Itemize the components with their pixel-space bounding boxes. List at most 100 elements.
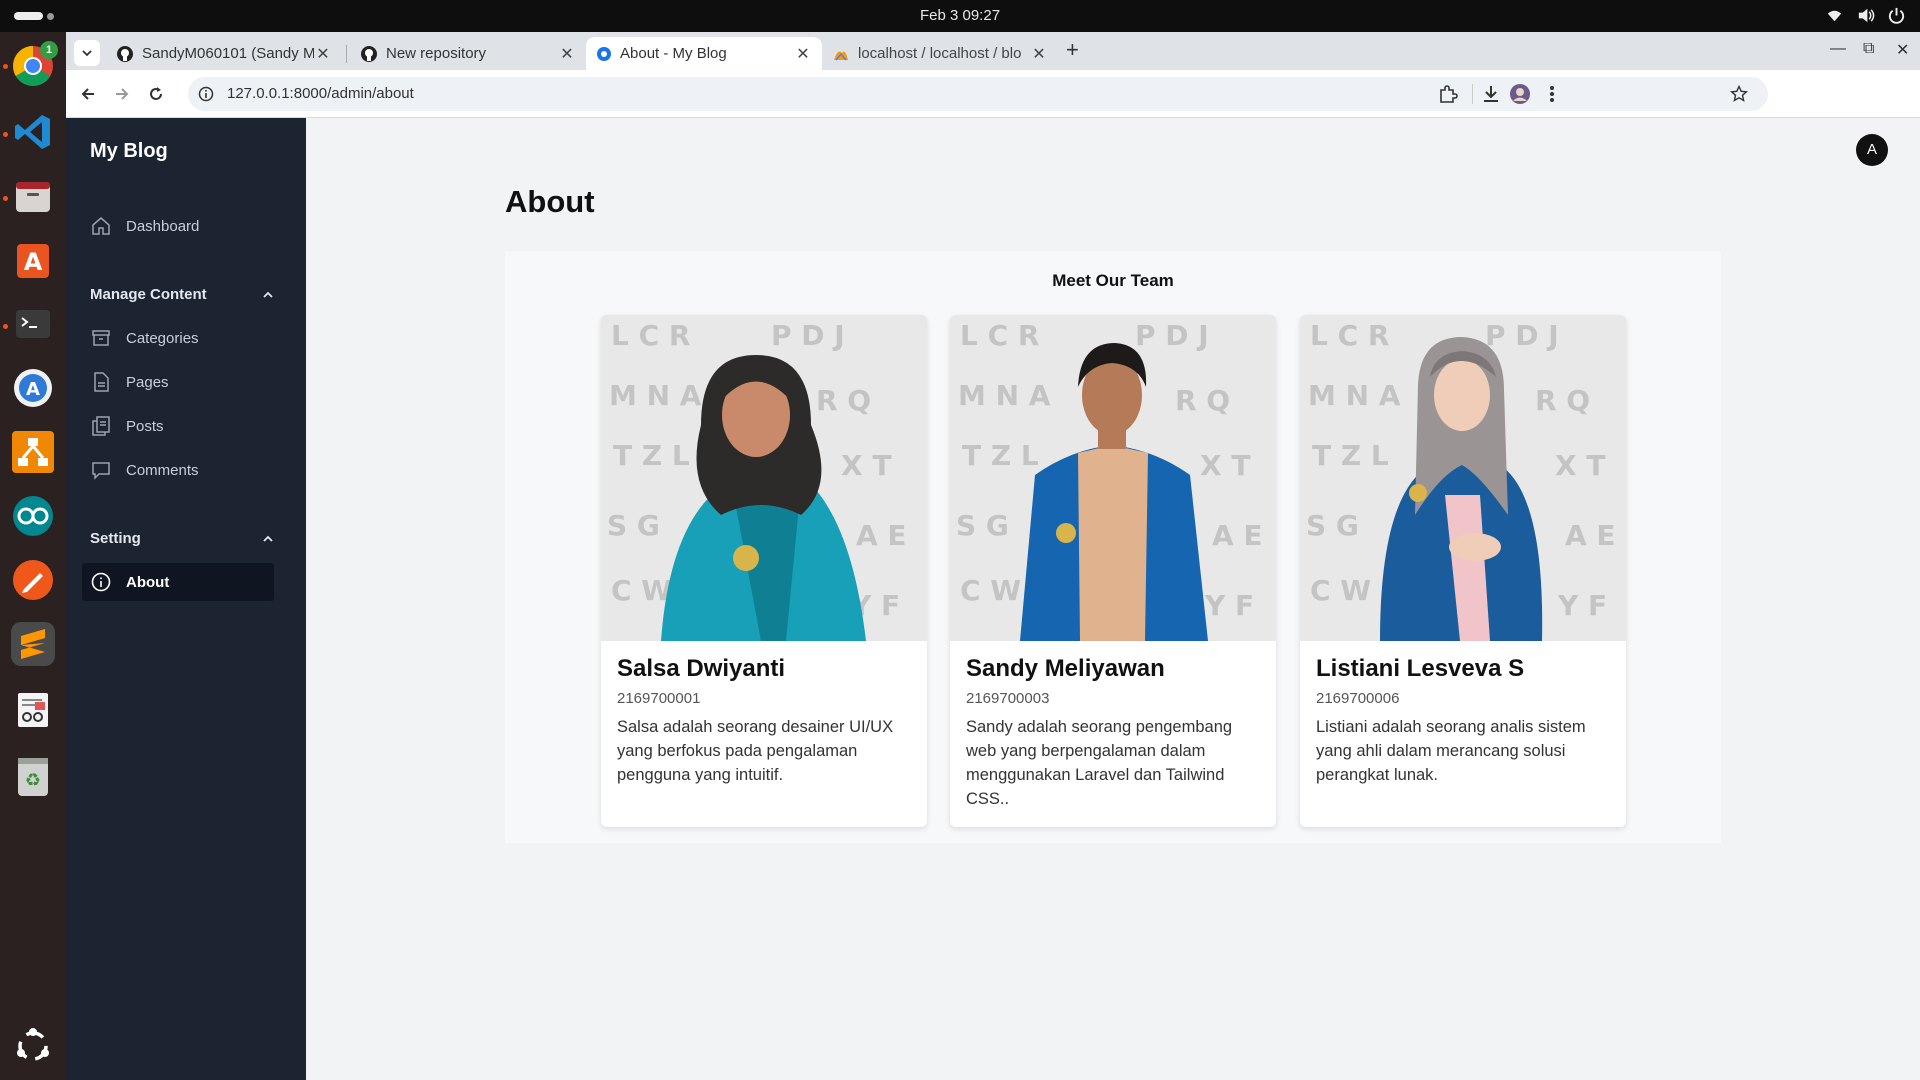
team-member-name: Salsa Dwiyanti: [617, 655, 786, 682]
new-tab-button[interactable]: +: [1066, 37, 1079, 63]
site-info-icon[interactable]: [198, 86, 214, 102]
team-photo: L C RP D JM N AR Q T Z LX TS GA E C WY F…: [601, 315, 927, 641]
url-text: 127.0.0.1:8000/admin/about: [227, 85, 414, 102]
sidebar-item-label: Pages: [126, 373, 169, 391]
system-top-bar: Feb 3 09:27: [0, 0, 1920, 32]
volume-icon: [1858, 8, 1875, 23]
svg-text:C W: C W: [960, 574, 1021, 607]
svg-text:Y F: Y F: [1204, 589, 1254, 622]
inkscape-icon[interactable]: [11, 558, 55, 602]
team-member-bio: Listiani adalah seorang analis sistem ya…: [1316, 718, 1586, 784]
text-viewer-icon[interactable]: [11, 688, 55, 732]
browser-menu-button[interactable]: [1540, 82, 1564, 106]
svg-text:A E: A E: [856, 519, 907, 552]
vscode-icon[interactable]: [11, 110, 55, 154]
minimize-button[interactable]: —: [1830, 40, 1846, 58]
team-member-id: 2169700003: [966, 690, 1050, 707]
sidebar-item-pages[interactable]: Pages: [82, 363, 274, 401]
chevron-up-icon: [263, 535, 273, 542]
tab-search-button[interactable]: [74, 40, 100, 66]
chevron-up-icon: [263, 291, 273, 298]
tab-phpmyadmin[interactable]: localhost / localhost / blo ✕: [822, 37, 1058, 70]
svg-text:A E: A E: [1565, 519, 1616, 552]
close-icon[interactable]: ✕: [794, 44, 812, 64]
svg-text:M N A: M N A: [1308, 379, 1401, 412]
tab-title: localhost / localhost / blo: [858, 45, 1022, 62]
team-member-bio: Sandy adalah seorang pengembang web yang…: [966, 718, 1233, 808]
downloads-button[interactable]: [1479, 82, 1503, 106]
team-card: L C R P D J M N A R Q T Z L X T S G A E C W Y F…: [950, 315, 1276, 827]
download-icon: [1484, 86, 1498, 102]
tab-about-my-blog[interactable]: About - My Blog ✕: [586, 37, 822, 70]
running-indicator: [3, 196, 8, 201]
sublime-text-icon[interactable]: [11, 622, 55, 666]
svg-text:P D J: P D J: [1135, 319, 1209, 352]
sidebar-item-label: Categories: [126, 329, 199, 347]
more-vertical-icon: [1550, 86, 1554, 102]
back-button[interactable]: [76, 82, 100, 106]
dock: 1 A A ♻: [0, 32, 66, 1080]
sidebar-item-about[interactable]: About: [82, 563, 274, 601]
arrow-left-icon: [81, 88, 94, 100]
drawio-icon[interactable]: [11, 430, 55, 474]
tab-github-profile[interactable]: SandyM060101 (Sandy M ✕: [106, 37, 342, 70]
main-content: A About Meet Our Team L C R P D J M N A R Q…: [306, 118, 1920, 1080]
profile-button[interactable]: [1508, 82, 1532, 106]
svg-text:R Q: R Q: [1175, 384, 1230, 417]
brand-logo-text[interactable]: My Blog: [90, 140, 168, 163]
svg-text:T Z L: T Z L: [1312, 439, 1389, 472]
extensions-button[interactable]: [1436, 82, 1460, 106]
running-indicator: [3, 324, 8, 329]
tab-title: SandyM060101 (Sandy M: [142, 45, 314, 62]
toolbar-divider: [1472, 84, 1473, 104]
software-updater-icon[interactable]: A: [11, 366, 55, 410]
svg-text:L C R: L C R: [1310, 319, 1389, 352]
svg-text:A E: A E: [1212, 519, 1263, 552]
app-center-icon[interactable]: A: [11, 238, 55, 282]
svg-text:T Z L: T Z L: [613, 439, 690, 472]
close-icon[interactable]: ✕: [314, 44, 332, 64]
svg-text:L C R: L C R: [611, 319, 690, 352]
maximize-button[interactable]: ⧉: [1863, 40, 1874, 58]
forward-button[interactable]: [110, 82, 134, 106]
system-tray[interactable]: [1825, 6, 1906, 25]
svg-text:S G: S G: [956, 509, 1009, 542]
svg-text:A: A: [26, 379, 40, 400]
bookmark-star-icon[interactable]: [1730, 85, 1748, 103]
admin-sidebar: My Blog Dashboard Manage Content Categor…: [66, 118, 306, 1080]
team-photo: L C R P D J M N A R Q T Z L X T S G A E C W Y F: [1300, 315, 1626, 641]
show-apps-icon[interactable]: [11, 1024, 55, 1068]
sidebar-item-label: About: [126, 573, 170, 591]
close-window-button[interactable]: ✕: [1896, 40, 1909, 60]
sidebar-item-label: Posts: [126, 417, 164, 435]
terminal-icon[interactable]: [11, 302, 55, 346]
puzzle-icon: [1440, 85, 1458, 103]
sidebar-item-posts[interactable]: Posts: [82, 407, 274, 445]
clock[interactable]: Feb 3 09:27: [0, 0, 1920, 32]
close-icon[interactable]: ✕: [558, 44, 576, 64]
sidebar-item-dashboard[interactable]: Dashboard: [82, 207, 274, 245]
sidebar-group-label: Setting: [90, 530, 141, 547]
sidebar-group-manage-content[interactable]: Manage Content: [90, 286, 274, 303]
svg-text:C W: C W: [611, 574, 672, 607]
home-icon: [92, 217, 110, 235]
trash-icon[interactable]: ♻: [11, 754, 55, 798]
tab-new-repository[interactable]: New repository ✕: [350, 37, 586, 70]
svg-text:X T: X T: [1200, 449, 1250, 482]
arduino-icon[interactable]: [11, 494, 55, 538]
close-icon[interactable]: ✕: [1030, 44, 1048, 64]
sidebar-item-comments[interactable]: Comments: [82, 451, 274, 489]
section-title: Meet Our Team: [1052, 271, 1174, 290]
reload-button[interactable]: [144, 82, 168, 106]
sidebar-group-setting[interactable]: Setting: [90, 530, 274, 547]
sidebar-group-label: Manage Content: [90, 286, 207, 303]
chrome-icon[interactable]: 1: [11, 41, 58, 88]
files-icon[interactable]: [11, 174, 55, 218]
running-indicator: [3, 132, 8, 137]
document-icon: [94, 372, 109, 392]
sidebar-item-categories[interactable]: Categories: [82, 319, 274, 357]
arrow-right-icon: [116, 88, 129, 100]
svg-text:X T: X T: [841, 449, 891, 482]
team-photo: L C R P D J M N A R Q T Z L X T S G A E C W Y F: [950, 315, 1276, 641]
user-avatar[interactable]: A: [1856, 134, 1888, 166]
